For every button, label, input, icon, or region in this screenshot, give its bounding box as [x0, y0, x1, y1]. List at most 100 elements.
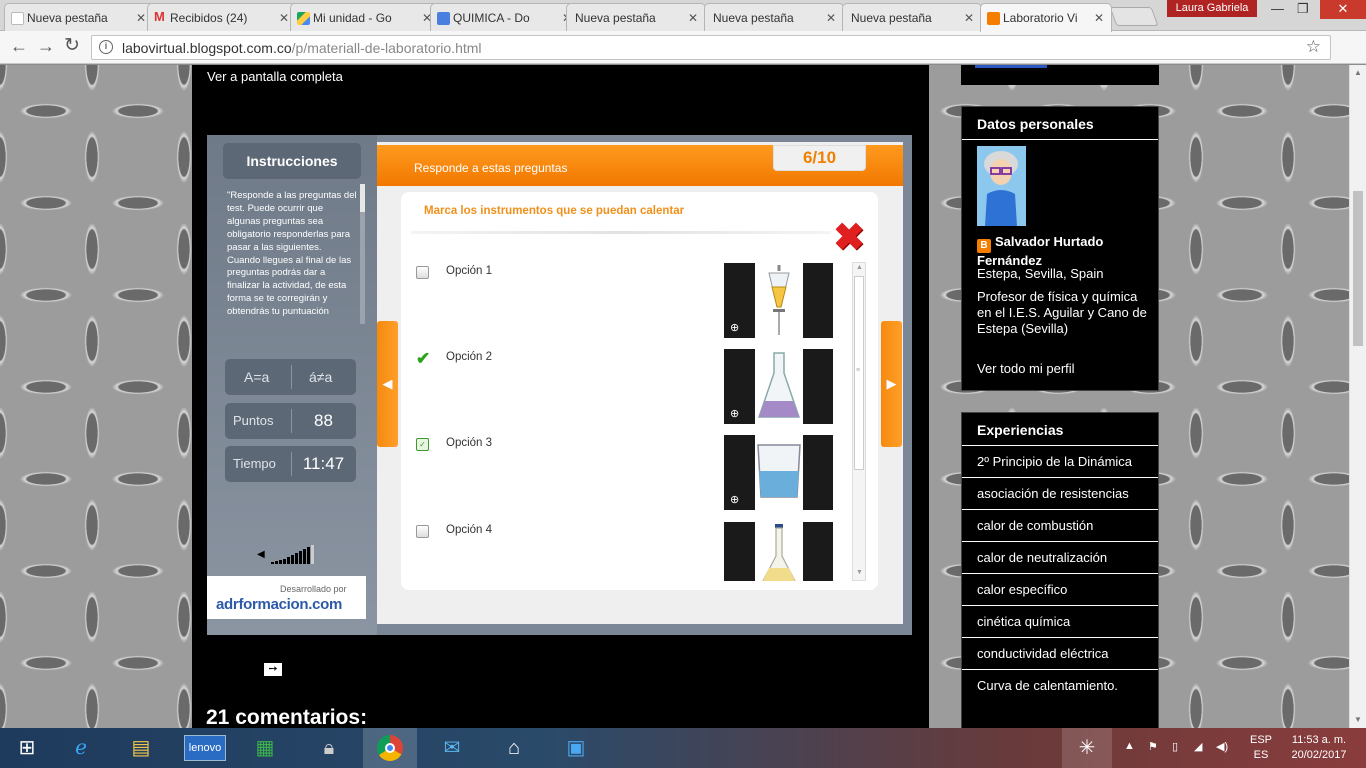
accent-equal-label[interactable]: A=a	[244, 369, 269, 385]
tab-label: Laboratorio Vi	[1003, 11, 1078, 25]
options-scrollbar[interactable]: ▲ ≡ ▼	[852, 262, 866, 581]
wifi-icon[interactable]: ◢	[1194, 740, 1202, 753]
fullscreen-link[interactable]: Ver a pantalla completa	[207, 69, 343, 84]
profile-name-text[interactable]: Salvador Hurtado Fernández	[977, 234, 1103, 268]
profile-link[interactable]: Ver todo mi perfil	[977, 361, 1075, 376]
experience-link[interactable]: conductividad eléctrica	[962, 637, 1158, 669]
internet-explorer-icon[interactable]: ℯ	[54, 728, 108, 768]
chrome-icon[interactable]	[363, 728, 417, 768]
tab-close-icon[interactable]: ✕	[826, 11, 836, 25]
home-icon[interactable]: ⌂	[487, 728, 541, 768]
tab-nueva-pestana-2[interactable]: Nueva pestaña ✕	[566, 3, 706, 31]
tab-close-icon[interactable]: ✕	[136, 11, 146, 25]
experience-link[interactable]: calor de combustión	[962, 509, 1158, 541]
experience-link[interactable]: calor específico	[962, 573, 1158, 605]
experience-link[interactable]: Curva de calentamiento.	[962, 669, 1158, 701]
experience-link[interactable]: cinética química	[962, 605, 1158, 637]
accent-toggle[interactable]: A=a á≠a	[225, 359, 356, 395]
file-explorer-icon[interactable]: ▤	[114, 728, 168, 768]
volume-icon[interactable]: ◀)	[1216, 740, 1228, 753]
share-arrow-icon[interactable]: ➙	[264, 663, 282, 676]
maxthon-icon[interactable]: ▣	[549, 728, 603, 768]
profile-location: Estepa, Sevilla, Spain	[977, 266, 1104, 281]
reload-icon[interactable]: ↻	[64, 36, 80, 55]
zoom-icon[interactable]: ⊕	[730, 493, 739, 506]
page-scroll-thumb[interactable]	[1353, 191, 1363, 346]
new-tab-button[interactable]	[1109, 7, 1159, 26]
option-2[interactable]: ✔ Opción 2	[415, 350, 715, 372]
next-question-button[interactable]: ▶	[881, 321, 902, 447]
option-label: Opción 3	[446, 437, 493, 449]
tab-close-icon[interactable]: ✕	[688, 11, 698, 25]
checkmark-icon[interactable]: ✔	[416, 350, 430, 367]
address-bar[interactable]: i labovirtual.blogspot.com.co/p/material…	[91, 35, 1331, 60]
tab-label: Nueva pestaña	[27, 11, 108, 25]
page-scrollbar[interactable]: ▲ ▼	[1349, 65, 1366, 728]
windows-taskbar: ⊞ ℯ ▤ lenovo ▦ 🔒︎ ✉ ⌂ ▣ ✳ ▲ ⚑ ▯ ◢ ◀) ESP…	[0, 728, 1366, 768]
tray-expand-icon[interactable]: ▲	[1124, 740, 1135, 752]
tab-label: Nueva pestaña	[713, 11, 794, 25]
experience-link[interactable]: 2º Principio de la Dinámica	[962, 445, 1158, 477]
option-checkbox-focused[interactable]: ✓	[416, 438, 429, 451]
volume-control[interactable]: ◀	[257, 544, 327, 564]
profile-widget: Datos personales B Salvador Hurtado Ferná…	[961, 106, 1159, 391]
scroll-down-icon[interactable]: ▼	[1354, 715, 1362, 724]
developer-logo[interactable]: Desarrollado por adrformacion.com	[207, 576, 366, 619]
option-1[interactable]: Opción 1	[415, 264, 715, 286]
tab-google-drive[interactable]: Mi unidad - Go ✕	[290, 3, 440, 31]
accent-distinct-label[interactable]: á≠a	[309, 369, 332, 385]
profile-avatar[interactable]	[977, 146, 1026, 226]
mail-icon[interactable]: ✉	[425, 728, 479, 768]
lenovo-icon[interactable]: lenovo	[178, 728, 232, 768]
flag-icon[interactable]: ⚑	[1148, 740, 1158, 753]
tab-laboratorio-virtual[interactable]: Laboratorio Vi ✕	[980, 3, 1112, 32]
option-3[interactable]: ✓ Opción 3	[415, 436, 715, 458]
tab-google-docs[interactable]: QUIMICA - Do ✕	[430, 3, 580, 31]
experience-link[interactable]: asociación de resistencias	[962, 477, 1158, 509]
option-checkbox[interactable]	[416, 525, 429, 538]
zoom-icon[interactable]: ⊕	[730, 321, 739, 334]
tab-nueva-pestana-1[interactable]: Nueva pestaña ✕	[4, 3, 154, 31]
previous-question-button[interactable]: ◀	[377, 321, 398, 447]
erlenmeyer-flask-image[interactable]: ⊕	[724, 349, 833, 424]
tab-close-icon[interactable]: ✕	[1094, 11, 1104, 25]
site-info-icon[interactable]: i	[99, 40, 113, 54]
tab-gmail[interactable]: M Recibidos (24) ✕	[147, 3, 297, 31]
option-checkbox[interactable]	[416, 266, 429, 279]
blank-page-icon	[11, 12, 24, 25]
tab-close-icon[interactable]: ✕	[279, 11, 289, 25]
separatory-funnel-image[interactable]: ⊕	[724, 263, 833, 338]
instructions-scrollbar[interactable]	[360, 184, 365, 324]
option-4[interactable]: Opción 4	[415, 523, 715, 545]
tab-nueva-pestana-3[interactable]: Nueva pestaña ✕	[704, 3, 844, 31]
scroll-down-icon[interactable]: ▼	[856, 569, 863, 576]
divider	[411, 231, 831, 234]
window-close-icon[interactable]: ✕	[1320, 0, 1366, 19]
input-language[interactable]: ESP ES	[1250, 733, 1272, 763]
tab-nueva-pestana-4[interactable]: Nueva pestaña ✕	[842, 3, 982, 31]
forward-icon[interactable]: →	[37, 37, 55, 55]
zoom-icon[interactable]: ⊕	[730, 407, 739, 420]
system-clock[interactable]: 11:53 a. m. 20/02/2017	[1288, 733, 1350, 763]
minimize-icon[interactable]: —	[1271, 1, 1284, 16]
back-icon[interactable]: ←	[10, 37, 28, 55]
erlenmeyer-flask-icon	[757, 352, 801, 418]
scroll-up-icon[interactable]: ▲	[856, 264, 863, 271]
url-text[interactable]: labovirtual.blogspot.com.co/p/materiall-…	[122, 40, 482, 56]
profile-button[interactable]: Laura Gabriela	[1167, 0, 1257, 17]
tab-close-icon[interactable]: ✕	[964, 11, 974, 25]
instructions-button[interactable]: Instrucciones	[223, 143, 361, 179]
windows-start-icon[interactable]: ⊞	[0, 728, 54, 768]
experience-link[interactable]: calor de neutralización	[962, 541, 1158, 573]
security-lock-icon[interactable]: 🔒︎	[302, 728, 356, 768]
scroll-up-icon[interactable]: ▲	[1354, 68, 1362, 77]
notification-app-icon[interactable]: ✳	[1062, 728, 1112, 768]
volumetric-flask-image[interactable]	[724, 522, 833, 581]
profile-name[interactable]: B Salvador Hurtado Fernández	[977, 234, 1158, 269]
bookmark-star-icon[interactable]: ☆	[1306, 37, 1321, 57]
power-icon[interactable]: ▯	[1172, 740, 1178, 753]
quiz-side-panel: Instrucciones "Responde a las preguntas …	[207, 135, 377, 635]
store-icon[interactable]: ▦	[238, 728, 292, 768]
beaker-image[interactable]: ⊕	[724, 435, 833, 510]
maximize-icon[interactable]: ❐	[1297, 1, 1309, 17]
